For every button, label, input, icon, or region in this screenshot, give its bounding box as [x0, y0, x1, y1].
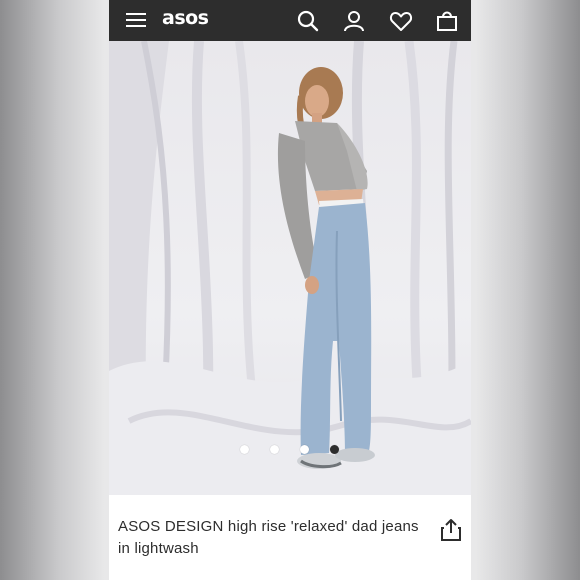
heart-icon[interactable]	[389, 9, 413, 33]
menu-icon[interactable]	[126, 11, 146, 29]
gallery-dot-3[interactable]	[300, 445, 309, 454]
gallery-pagination	[240, 445, 339, 454]
search-icon[interactable]	[296, 9, 320, 33]
account-icon[interactable]	[342, 9, 366, 33]
top-navigation-bar: asos	[109, 0, 471, 41]
share-icon[interactable]	[440, 518, 462, 542]
gallery-dot-1[interactable]	[240, 445, 249, 454]
product-image-gallery[interactable]	[109, 41, 471, 495]
gallery-dot-4[interactable]	[330, 445, 339, 454]
mobile-page: asos ASOS DESIGN high rise 'relaxed' dad…	[109, 0, 471, 580]
gallery-dot-2[interactable]	[270, 445, 279, 454]
bag-icon[interactable]	[435, 9, 459, 33]
product-title: ASOS DESIGN high rise 'relaxed' dad jean…	[118, 518, 419, 557]
asos-logo[interactable]: asos	[162, 7, 209, 29]
product-photo	[109, 41, 471, 495]
